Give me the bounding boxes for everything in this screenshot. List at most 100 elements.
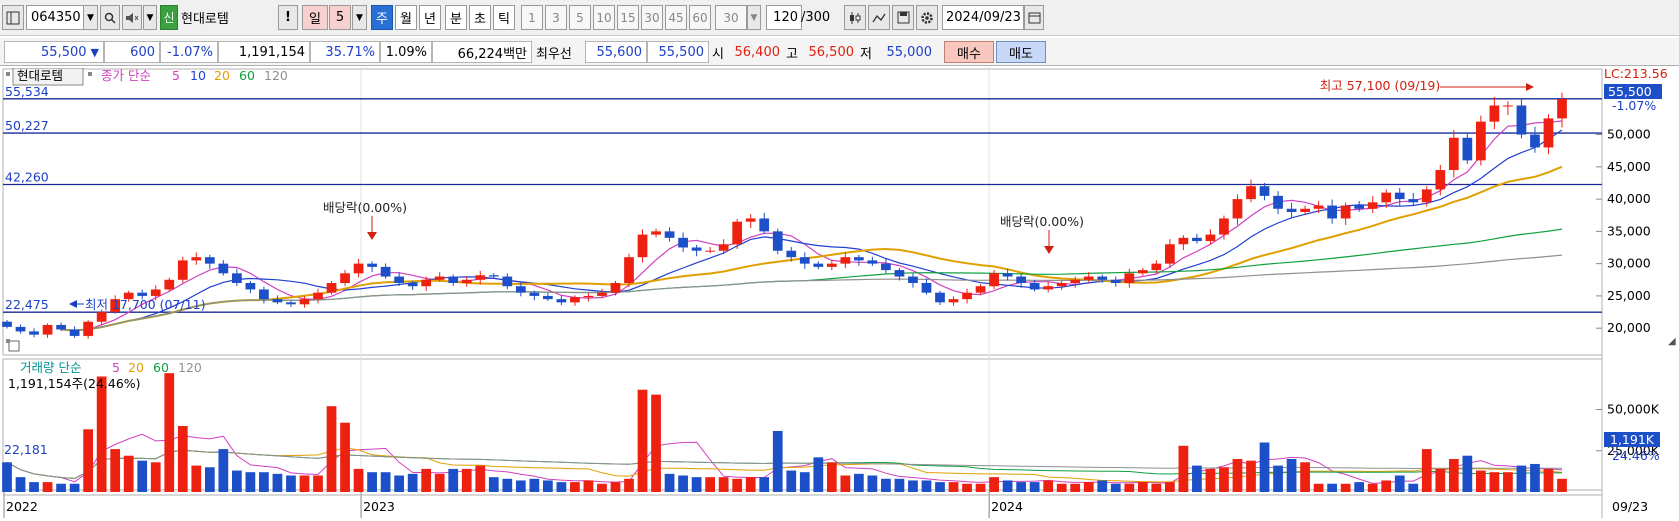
candle [1029, 283, 1040, 290]
change-percent: -1.07% [160, 41, 218, 63]
sell-button[interactable]: 매도 [996, 41, 1046, 63]
candle [1273, 195, 1283, 209]
candle [1476, 121, 1486, 161]
volume-bar [1043, 480, 1054, 492]
tab-year[interactable]: 년 [419, 5, 441, 30]
interval-1[interactable]: 1 [521, 5, 543, 30]
alert-button[interactable]: ! [278, 5, 298, 30]
speaker-dropdown-icon[interactable]: ▼ [143, 5, 157, 30]
interval-10[interactable]: 10 [593, 5, 615, 30]
volume-bar [975, 483, 986, 492]
tab-second[interactable]: 초 [469, 5, 491, 30]
save-icon[interactable] [892, 5, 914, 30]
speaker-icon[interactable] [122, 5, 142, 30]
interval-dropdown-icon[interactable]: ▼ [747, 5, 761, 30]
volume-bar [664, 473, 675, 492]
volume-bar [840, 475, 851, 492]
open-value: 56,400 [734, 44, 781, 60]
interval-3[interactable]: 3 [545, 5, 567, 30]
search-icon[interactable] [100, 5, 120, 30]
stock-name[interactable]: 현대로템 [178, 5, 254, 30]
candle [570, 297, 580, 303]
stock-code-input[interactable]: 064350 [26, 5, 84, 30]
grid-toggle-icon[interactable] [8, 340, 20, 352]
candle [353, 263, 364, 274]
volume-bar [1165, 482, 1175, 492]
volume-bar [299, 475, 310, 492]
dividend-annotation-1: 배당락(0.00%) [323, 200, 407, 215]
date-input[interactable]: 2024/09/23 [942, 5, 1024, 30]
candle [664, 231, 675, 238]
candle [1367, 202, 1378, 209]
calendar-icon[interactable] [1024, 5, 1044, 30]
candle [1462, 137, 1473, 161]
volume-bar [881, 478, 891, 492]
period-day[interactable]: 일 [302, 5, 328, 30]
volume-bar [218, 449, 229, 492]
interval-45[interactable]: 45 [665, 5, 687, 30]
legend-ma5: 5 [172, 68, 180, 83]
interval-5[interactable]: 5 [569, 5, 591, 30]
volume-value: 1,191,154 [218, 41, 310, 63]
price-tag: 55,500 [1608, 84, 1652, 99]
volume-bar [286, 475, 296, 492]
vol-legend-ma60: 60 [153, 360, 169, 375]
volume-bar [1489, 472, 1500, 492]
count-max: /300 [801, 10, 831, 25]
code-dropdown-icon[interactable]: ▼ [83, 5, 98, 30]
volume-bar [772, 430, 783, 492]
volume-bar [461, 468, 472, 492]
volume-bar [434, 473, 445, 492]
volume-bar [1408, 483, 1419, 492]
quote-info-bar: 55,500 ▼ 600 -1.07% 1,191,154 35.71% 1.09… [0, 38, 1679, 66]
candle [786, 250, 797, 258]
best-bid: 55,500 [647, 41, 709, 63]
candle [543, 295, 553, 300]
legend-series: 종가 단순 [101, 68, 151, 83]
buy-button[interactable]: 매수 [944, 41, 994, 63]
turnover-rate: 1.09% [380, 41, 432, 63]
candle [1300, 208, 1310, 212]
interval-60[interactable]: 60 [689, 5, 711, 30]
candle [1259, 186, 1270, 196]
y-axis-label: 20,000 [1607, 320, 1651, 335]
vol-legend-icon [6, 339, 10, 343]
vol-pct-tag: 24.46% [1612, 448, 1660, 463]
volume-bar [137, 460, 148, 492]
candle [421, 279, 432, 287]
interval-15[interactable]: 15 [617, 5, 639, 30]
candle [1083, 276, 1094, 280]
volume-bar [272, 473, 283, 492]
high-value: 56,500 [808, 44, 855, 60]
period-dropdown-icon[interactable]: ▼ [352, 5, 367, 30]
tab-minute[interactable]: 분 [445, 5, 467, 30]
collapse-icon[interactable]: ◢ [1668, 336, 1676, 347]
volume-bar [42, 482, 53, 492]
period-num[interactable]: 5 [329, 5, 351, 30]
chart-area[interactable]: 55,534 50,227 42,260 22,475 2022 2023 2024 20… [0, 66, 1679, 518]
tab-week[interactable]: 주 [371, 5, 393, 30]
tab-tick[interactable]: 틱 [493, 5, 515, 30]
interval-select[interactable]: 30 [715, 5, 747, 30]
down-arrow-icon: ▼ [90, 45, 99, 59]
x-axis-label: 2023 [363, 499, 395, 514]
volume-bar [1394, 475, 1405, 492]
chart-svg[interactable]: 55,534 50,227 42,260 22,475 2022 2023 2024 20… [0, 66, 1679, 518]
tab-month[interactable]: 월 [395, 5, 417, 30]
volume-bar [1097, 480, 1108, 492]
volume-bar [854, 473, 864, 492]
indicator-icon[interactable] [868, 5, 890, 30]
candle [367, 263, 377, 267]
volume-bar [191, 465, 202, 492]
volume-bar [380, 472, 391, 492]
layout-icon[interactable] [2, 5, 24, 30]
volume-bar [1530, 463, 1540, 492]
volume-bar [610, 482, 621, 492]
gear-icon[interactable] [916, 5, 938, 30]
count-input[interactable]: 120 [766, 5, 802, 30]
vol-legend-ma120: 120 [178, 360, 202, 375]
volume-bar [1029, 482, 1040, 492]
candle-type-icon[interactable] [844, 5, 866, 30]
interval-30[interactable]: 30 [641, 5, 663, 30]
volume-bar [1435, 468, 1446, 492]
